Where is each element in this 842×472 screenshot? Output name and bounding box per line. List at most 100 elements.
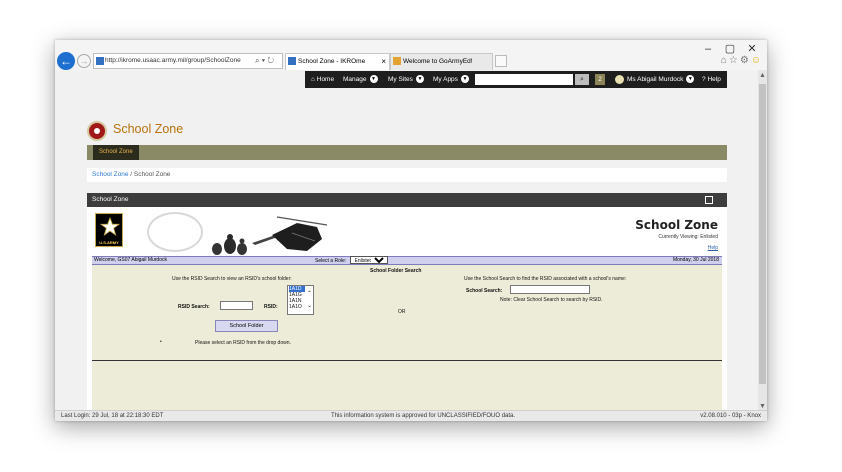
school-zone-banner: U.S.ARMY School Zone Currently Viewing: … <box>92 211 722 256</box>
nav-help[interactable]: ? Help <box>702 71 721 88</box>
browser-titlebar: – ▢ ✕ ← → http://ikrome.usaac.army.mil/gro… <box>55 40 767 70</box>
site-favicon-icon <box>96 57 104 65</box>
current-date: Monday, 30 Jul 2018 <box>672 257 719 263</box>
site-search-input[interactable] <box>475 74 573 85</box>
role-selector: Select a Role: Enlisted <box>315 256 388 265</box>
maximize-button[interactable]: ▢ <box>719 42 741 55</box>
window-controls: – ▢ ✕ <box>697 42 763 55</box>
close-tab-icon[interactable]: × <box>381 54 386 69</box>
browser-window: – ▢ ✕ ← → http://ikrome.usaac.army.mil/gro… <box>55 40 767 421</box>
banner-title: School Zone <box>635 218 718 232</box>
rsid-label: RSID: <box>264 304 278 310</box>
dropdown-icon[interactable]: ▾ <box>262 56 265 65</box>
nav-my-apps-label: My Apps <box>433 76 458 83</box>
refresh-icon[interactable]: ↻ <box>267 56 274 65</box>
portlet-body: U.S.ARMY School Zone Currently Viewing: … <box>87 207 727 410</box>
rsid-listbox[interactable]: 1A1D 1A1G 1A1N 1A1O ⌃ ⌄ <box>287 285 314 315</box>
search-icon[interactable]: ⌕ <box>575 74 589 85</box>
status-footer: Last Login: 29 Jul, 18 at 22:18:30 EDT T… <box>55 410 767 421</box>
school-search-note: Note: Clear School Search to search by R… <box>500 297 603 303</box>
address-tools: ⌕ ▾ ↻ <box>255 53 274 69</box>
role-label: Select a Role: <box>315 258 347 264</box>
form-title: School Folder Search <box>370 268 422 274</box>
avatar <box>615 75 624 84</box>
feedback-smiley-icon[interactable]: ☺ <box>751 55 763 66</box>
nav-my-apps[interactable]: My Apps ▼ <box>433 71 469 88</box>
validation-message: Please select an RSID from the drop down… <box>195 340 291 346</box>
home-icon: ⌂ <box>311 76 315 83</box>
breadcrumb-root-link[interactable]: School Zone <box>92 171 129 178</box>
forward-arrow-icon[interactable]: → <box>77 54 91 68</box>
site-subnav: School Zone <box>87 145 727 160</box>
us-army-logo: U.S.ARMY <box>95 213 123 247</box>
address-url: http://ikrome.usaac.army.mil/group/Schoo… <box>105 57 241 64</box>
search-icon[interactable]: ⌕ <box>255 56 259 65</box>
chevron-down-icon: ▼ <box>460 75 469 84</box>
rsid-search-input[interactable] <box>220 301 253 310</box>
user-menu[interactable]: Ms Abigail Murdock ▼ <box>627 71 695 88</box>
tab-label: Welcome to GoArmyEd! <box>403 58 473 65</box>
school-search-input[interactable] <box>510 285 590 294</box>
settings-gear-icon[interactable]: ⚙ <box>740 55 751 66</box>
tab-favicon-icon <box>288 57 296 65</box>
tab-label: School Zone - IKROme <box>298 58 366 65</box>
chevron-down-icon: ▼ <box>686 75 695 84</box>
tab-school-zone[interactable]: School Zone - IKROme × <box>285 53 390 70</box>
close-window-button[interactable]: ✕ <box>741 42 763 55</box>
school-folder-button[interactable]: School Folder <box>215 320 278 332</box>
top-navigation-bar: ⌂ Home Manage ▼ My Sites ▼ My Apps ▼ ⌕ 2 Ms… <box>305 71 727 88</box>
scroll-up-icon[interactable]: ▲ <box>758 72 767 79</box>
welcome-text: Welcome, GS07 Abigail Murdock <box>94 257 167 263</box>
breadcrumb-current: School Zone <box>133 171 171 178</box>
last-login-text: Last Login: 29 Jul, 18 at 22:18:30 EDT <box>61 413 164 419</box>
version-text: v2.08.010 - 03p - Knox <box>700 413 761 419</box>
home-icon[interactable]: ⌂ <box>721 55 729 66</box>
scrollbar-thumb[interactable] <box>759 84 766 384</box>
notification-badge[interactable]: 2 <box>595 74 605 85</box>
rsid-search-label: RSID Search: <box>178 304 210 310</box>
star-icon <box>100 217 120 236</box>
page-viewport: ⌂ Home Manage ▼ My Sites ▼ My Apps ▼ ⌕ 2 Ms… <box>55 70 758 410</box>
school-folder-search-form: School Folder Search Use the RSID Search… <box>92 265 722 410</box>
classification-notice: This information system is approved for … <box>331 413 516 419</box>
currently-viewing-text: Currently Viewing: Enlisted <box>658 234 718 240</box>
school-search-label: School Search: <box>466 288 503 294</box>
browser-toolbar-icons: ⌂☆⚙☺ <box>721 55 763 66</box>
scroll-down-icon[interactable]: ▼ <box>758 403 767 410</box>
rsid-instructions: Use the RSID Search to view an RSID's sc… <box>172 276 292 282</box>
banner-help-link[interactable]: Help <box>708 245 718 251</box>
nav-home[interactable]: ⌂ Home <box>311 71 334 88</box>
welcome-bar: Welcome, GS07 Abigail Murdock Select a R… <box>92 256 722 265</box>
page-scrollbar[interactable]: ▲ ▼ <box>758 70 767 410</box>
nav-manage-label: Manage <box>343 76 367 83</box>
bullet: • <box>160 339 162 345</box>
minimize-button[interactable]: – <box>697 43 719 55</box>
nav-home-label: Home <box>316 76 335 83</box>
user-name: Ms Abigail Murdock <box>627 76 684 83</box>
favorites-star-icon[interactable]: ☆ <box>729 55 740 66</box>
new-tab-button[interactable] <box>495 55 507 67</box>
help-icon: ? <box>702 76 706 83</box>
maximize-portlet-icon[interactable] <box>705 196 713 204</box>
back-arrow-icon[interactable]: ← <box>57 52 75 70</box>
soldiers-helicopter-graphic <box>212 216 328 255</box>
army-seal-logo[interactable] <box>87 121 107 141</box>
tab-goarmyed[interactable]: Welcome to GoArmyEd! <box>390 53 493 70</box>
school-instructions: Use the School Search to find the RSID a… <box>464 276 627 282</box>
or-separator: OR <box>398 309 406 315</box>
tab-favicon-icon <box>393 57 401 65</box>
department-seal-watermark <box>147 212 203 252</box>
role-select[interactable]: Enlisted <box>349 256 388 264</box>
subnav-tab-school-zone[interactable]: School Zone <box>93 145 139 160</box>
chevron-down-icon: ▼ <box>415 75 424 84</box>
nav-manage[interactable]: Manage ▼ <box>343 71 378 88</box>
nav-my-sites[interactable]: My Sites ▼ <box>388 71 424 88</box>
form-divider <box>92 360 722 361</box>
site-title[interactable]: School Zone <box>113 122 183 136</box>
portlet-title: School Zone <box>92 196 129 203</box>
nav-my-sites-label: My Sites <box>388 76 413 83</box>
breadcrumb: School Zone / School Zone <box>87 168 727 182</box>
us-army-text: U.S.ARMY <box>99 240 119 245</box>
nav-help-label: Help <box>707 76 721 83</box>
listbox-scroll-icon[interactable]: ⌃ ⌄ <box>307 288 312 312</box>
